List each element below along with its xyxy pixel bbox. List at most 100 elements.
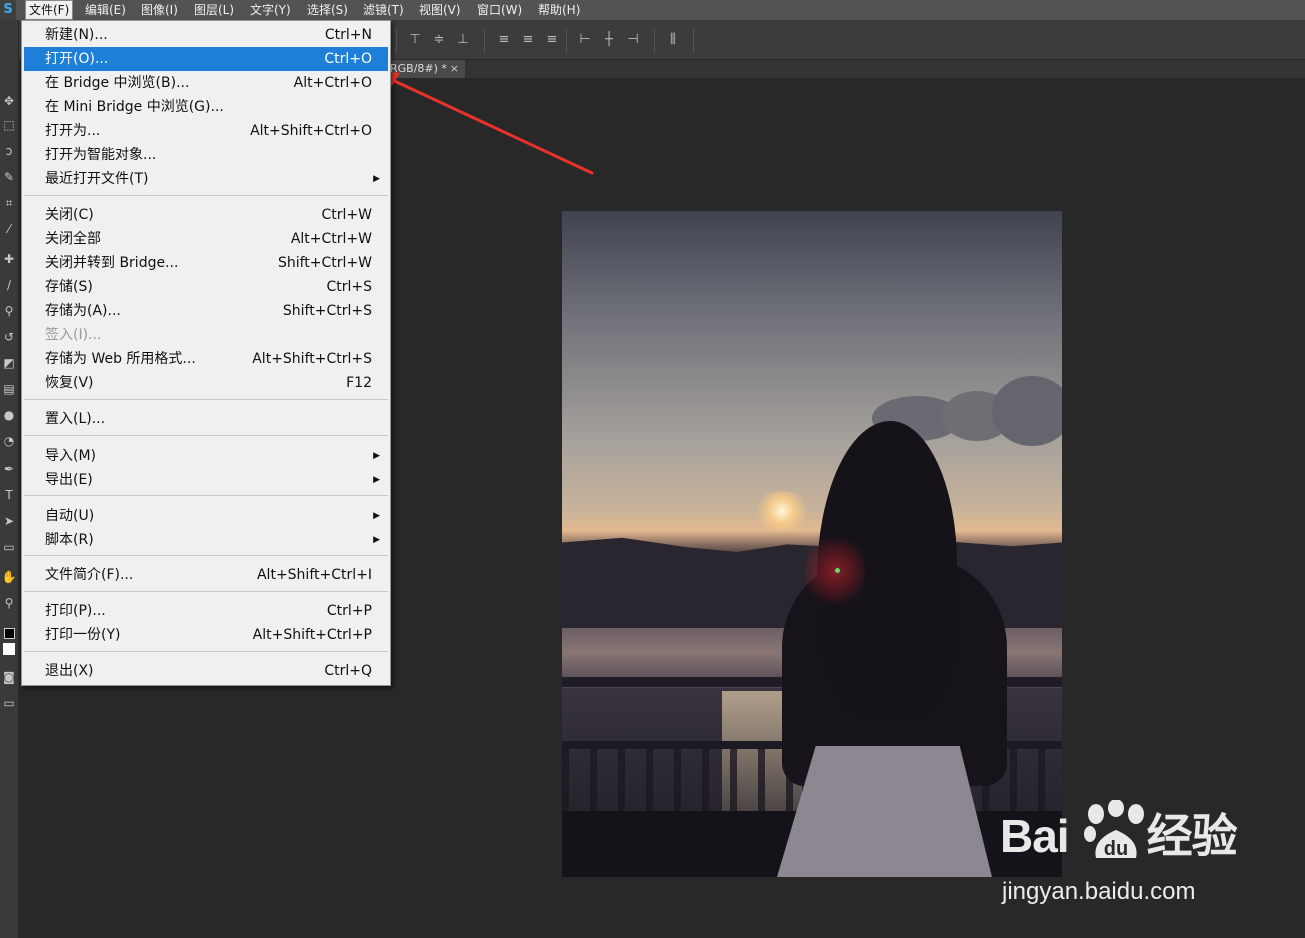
menu-item-exit[interactable]: 退出(X) Ctrl+Q xyxy=(24,659,388,683)
menu-item-shortcut: Alt+Ctrl+O xyxy=(293,75,372,91)
options-separator xyxy=(654,29,655,53)
menu-item-label: 脚本(R) xyxy=(45,532,94,548)
menu-item-file-info[interactable]: 文件简介(F)... Alt+Shift+Ctrl+I xyxy=(24,563,388,587)
submenu-arrow-icon: ▶ xyxy=(373,535,380,545)
menu-item-label: 打开为智能对象... xyxy=(45,147,157,163)
quick-select-tool-icon[interactable]: ✎ xyxy=(1,169,17,185)
menu-item-print[interactable]: 打印(P)... Ctrl+P xyxy=(24,599,388,623)
color-swatch-icon[interactable] xyxy=(1,627,17,643)
pen-tool-icon[interactable]: ✒ xyxy=(1,461,17,477)
healing-tool-icon[interactable]: ✚ xyxy=(1,251,17,267)
menu-item-label: 存储为 Web 所用格式... xyxy=(45,351,196,367)
screen-mode-icon[interactable]: ▭ xyxy=(1,695,17,711)
distribute-vcenter-icon[interactable]: ≡ xyxy=(521,33,535,47)
menu-item-print-one-copy[interactable]: 打印一份(Y) Alt+Shift+Ctrl+P xyxy=(24,623,388,647)
options-separator xyxy=(396,29,397,53)
crop-tool-icon[interactable]: ⌗ xyxy=(1,195,17,211)
align-vcenter-icon[interactable]: ≑ xyxy=(432,33,446,47)
menu-item-label: 置入(L)... xyxy=(45,411,106,427)
menu-item-import[interactable]: 导入(M) ▶ xyxy=(24,444,388,468)
align-hcenter-icon[interactable]: ┼ xyxy=(602,33,616,47)
menu-separator xyxy=(24,399,388,400)
menu-separator xyxy=(24,495,388,496)
menu-item-shortcut: Ctrl+O xyxy=(324,51,372,67)
hand-tool-icon[interactable]: ✋ xyxy=(1,569,17,585)
dodge-tool-icon[interactable]: ◔ xyxy=(1,433,17,449)
menu-item-close-all[interactable]: 关闭全部 Alt+Ctrl+W xyxy=(24,227,388,251)
menu-window[interactable]: 窗口(W) xyxy=(474,0,525,20)
menu-view[interactable]: 视图(V) xyxy=(416,0,464,20)
menu-item-label: 打开(O)... xyxy=(45,51,109,67)
align-top-icon[interactable]: ⊤ xyxy=(408,33,422,47)
menu-item-shortcut: Alt+Shift+Ctrl+I xyxy=(256,567,372,583)
menu-item-label: 关闭全部 xyxy=(45,231,101,247)
menu-item-new[interactable]: 新建(N)... Ctrl+N xyxy=(24,23,388,47)
menu-item-open-smart-object[interactable]: 打开为智能对象... xyxy=(24,143,388,167)
menu-item-save-for-web[interactable]: 存储为 Web 所用格式... Alt+Shift+Ctrl+S xyxy=(24,347,388,371)
menu-type[interactable]: 文字(Y) xyxy=(247,0,294,20)
menu-item-close-go-bridge[interactable]: 关闭并转到 Bridge... Shift+Ctrl+W xyxy=(24,251,388,275)
menu-image[interactable]: 图像(I) xyxy=(138,0,181,20)
menu-item-label: 自动(U) xyxy=(45,508,95,524)
menu-item-open-as[interactable]: 打开为... Alt+Shift+Ctrl+O xyxy=(24,119,388,143)
eyedropper-tool-icon[interactable]: ⁄ xyxy=(1,221,17,237)
quick-mask-icon[interactable]: ◙ xyxy=(1,669,17,685)
marquee-tool-icon[interactable]: ⬚ xyxy=(1,117,17,133)
watermark-du-text: du xyxy=(1104,838,1128,860)
menu-item-save-as[interactable]: 存储为(A)... Shift+Ctrl+S xyxy=(24,299,388,323)
distribute-bottom-icon[interactable]: ≡ xyxy=(545,33,559,47)
align-right-icon[interactable]: ⊣ xyxy=(626,33,640,47)
menu-item-browse-mini-bridge[interactable]: 在 Mini Bridge 中浏览(G)... xyxy=(24,95,388,119)
options-separator xyxy=(484,29,485,53)
menu-item-scripts[interactable]: 脚本(R) ▶ xyxy=(24,528,388,552)
menu-item-open[interactable]: 打开(O)... Ctrl+O xyxy=(24,47,388,71)
brush-tool-icon[interactable]: ∕ xyxy=(1,277,17,293)
shape-tool-icon[interactable]: ▭ xyxy=(1,539,17,555)
menu-separator xyxy=(24,435,388,436)
menu-select[interactable]: 选择(S) xyxy=(304,0,351,20)
blur-tool-icon[interactable]: ● xyxy=(1,407,17,423)
background-color-icon[interactable] xyxy=(1,643,17,659)
menu-filter[interactable]: 滤镜(T) xyxy=(360,0,407,20)
menu-item-label: 签入(I)... xyxy=(45,327,102,343)
photoshop-logo: S xyxy=(0,0,16,20)
annotation-arrow-icon xyxy=(372,70,594,175)
distribute-top-icon[interactable]: ≡ xyxy=(497,33,511,47)
menu-item-shortcut: F12 xyxy=(346,375,372,391)
toolbox: ✥ ⬚ ↄ ✎ ⌗ ⁄ ✚ ∕ ⚲ ↺ ◩ ▤ ● ◔ ✒ T ➤ ▭ ✋ ⚲ … xyxy=(0,21,19,938)
menu-item-shortcut: Alt+Ctrl+W xyxy=(290,231,372,247)
menu-help[interactable]: 帮助(H) xyxy=(535,0,583,20)
gradient-tool-icon[interactable]: ▤ xyxy=(1,381,17,397)
menu-item-automate[interactable]: 自动(U) ▶ xyxy=(24,504,388,528)
cloud xyxy=(992,376,1062,446)
eraser-tool-icon[interactable]: ◩ xyxy=(1,355,17,371)
align-left-icon[interactable]: ⊢ xyxy=(578,33,592,47)
menu-item-label: 导入(M) xyxy=(45,448,97,464)
history-brush-icon[interactable]: ↺ xyxy=(1,329,17,345)
menu-item-recent-files[interactable]: 最近打开文件(T) ▶ xyxy=(24,167,388,191)
move-tool-icon[interactable]: ✥ xyxy=(1,93,17,109)
menu-item-revert[interactable]: 恢复(V) F12 xyxy=(24,371,388,395)
menu-item-save[interactable]: 存储(S) Ctrl+S xyxy=(24,275,388,299)
menu-item-label: 关闭并转到 Bridge... xyxy=(45,255,179,271)
menu-item-browse-bridge[interactable]: 在 Bridge 中浏览(B)... Alt+Ctrl+O xyxy=(24,71,388,95)
menu-item-shortcut: Ctrl+Q xyxy=(324,663,372,679)
menu-item-label: 打印(P)... xyxy=(45,603,106,619)
menu-item-export[interactable]: 导出(E) ▶ xyxy=(24,468,388,492)
path-select-tool-icon[interactable]: ➤ xyxy=(1,513,17,529)
menu-item-place[interactable]: 置入(L)... xyxy=(24,407,388,431)
lasso-tool-icon[interactable]: ↄ xyxy=(1,143,17,159)
align-bottom-icon[interactable]: ⊥ xyxy=(456,33,470,47)
menu-item-shortcut: Alt+Shift+Ctrl+P xyxy=(252,627,372,643)
stamp-tool-icon[interactable]: ⚲ xyxy=(1,303,17,319)
menu-layer[interactable]: 图层(L) xyxy=(191,0,237,20)
menu-edit[interactable]: 编辑(E) xyxy=(82,0,129,20)
type-tool-icon[interactable]: T xyxy=(1,487,17,503)
menu-item-shortcut: Shift+Ctrl+S xyxy=(282,303,372,319)
menu-item-shortcut: Ctrl+S xyxy=(326,279,372,295)
zoom-tool-icon[interactable]: ⚲ xyxy=(1,595,17,611)
distribute-horizontal-icon[interactable]: ⫼ xyxy=(666,33,680,47)
menu-item-label: 打印一份(Y) xyxy=(45,627,121,643)
menu-file[interactable]: 文件(F) xyxy=(25,0,74,20)
menu-item-close[interactable]: 关闭(C) Ctrl+W xyxy=(24,203,388,227)
